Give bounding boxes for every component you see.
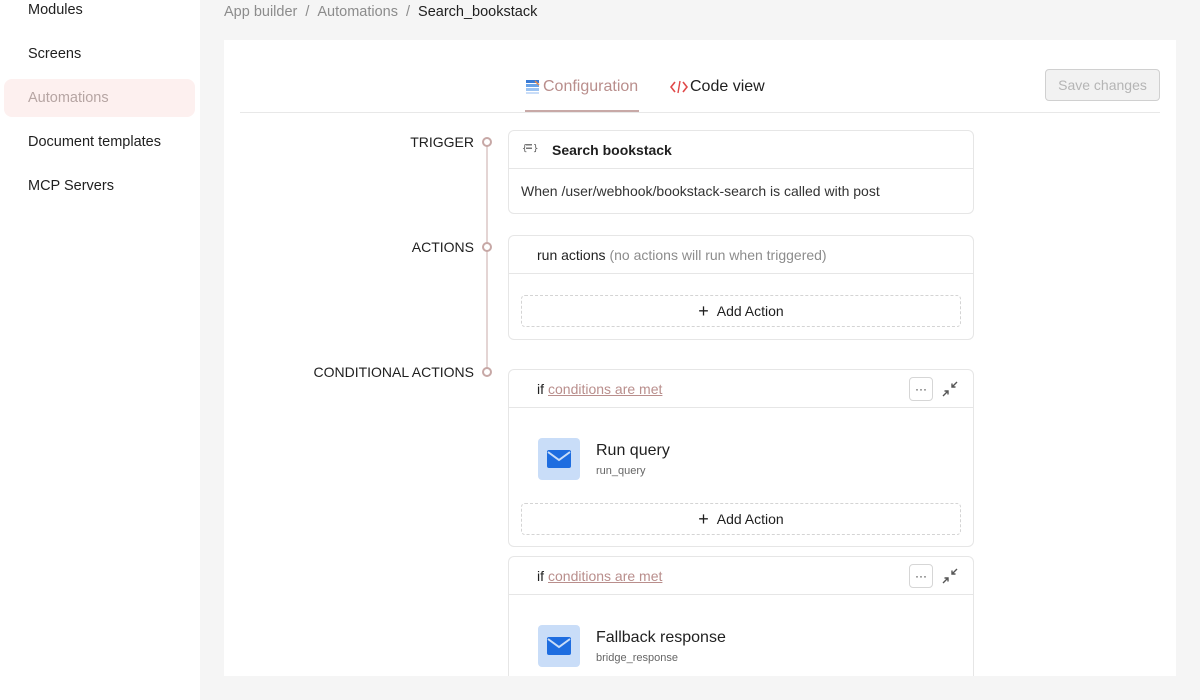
conditional-card: if conditions are met ··· Fallback respo… (508, 556, 974, 676)
mail-icon (538, 625, 580, 667)
save-changes-button[interactable]: Save changes (1045, 69, 1160, 101)
sidebar: Modules Screens Automations Document tem… (0, 0, 200, 700)
sidebar-item-label: Document templates (28, 134, 161, 150)
sidebar-item-label: Modules (28, 2, 83, 18)
sidebar-item-modules[interactable]: Modules (4, 0, 195, 29)
timeline-node-conditional (482, 367, 492, 377)
sidebar-item-automations[interactable]: Automations (4, 79, 195, 117)
sidebar-item-label: Automations (28, 90, 109, 106)
breadcrumb-app-builder[interactable]: App builder (224, 4, 297, 20)
tab-configuration[interactable]: Configuration (525, 75, 638, 99)
collapse-icon[interactable] (939, 378, 961, 400)
conditional-card: if conditions are met ··· Run query run_… (508, 369, 974, 547)
conditional-card-header: if conditions are met ··· (509, 557, 973, 595)
sidebar-item-document-templates[interactable]: Document templates (4, 123, 195, 161)
tab-bar: Configuration Code view Save changes (224, 40, 1176, 113)
plus-icon: + (698, 301, 709, 321)
conditional-card-header: if conditions are met ··· (509, 370, 973, 408)
add-action-label: Add Action (716, 511, 784, 527)
trigger-card[interactable]: { } Search bookstack When /user/webhook/… (508, 130, 974, 214)
run-actions-label: run actions (537, 246, 606, 263)
add-action-button[interactable]: + Add Action (521, 503, 961, 535)
sidebar-item-label: Screens (28, 46, 82, 62)
collapse-icon[interactable] (939, 565, 961, 587)
tab-code-view[interactable]: Code view (670, 75, 765, 99)
timeline-line (486, 142, 488, 372)
add-action-button[interactable]: + Add Action (521, 295, 961, 327)
timeline-node-actions (482, 242, 492, 252)
trigger-description: When /user/webhook/bookstack-search is c… (521, 183, 880, 199)
section-label-actions: ACTIONS (411, 239, 474, 255)
if-label: if (537, 380, 544, 397)
code-icon (670, 79, 688, 95)
breadcrumb-automations[interactable]: Automations (317, 4, 398, 20)
mail-icon (538, 438, 580, 480)
breadcrumb-current: Search_bookstack (418, 4, 538, 20)
more-options-button[interactable]: ··· (909, 377, 933, 401)
webhook-icon: { } (522, 141, 538, 158)
tab-code-view-label: Code view (690, 78, 765, 95)
step-title: Run query (596, 441, 670, 459)
section-label-trigger: TRIGGER (410, 134, 474, 150)
step-title: Fallback response (596, 628, 726, 646)
sidebar-item-label: MCP Servers (28, 178, 114, 194)
add-action-label: Add Action (716, 303, 784, 319)
sidebar-item-mcp-servers[interactable]: MCP Servers (4, 167, 195, 205)
svg-text:}: } (533, 144, 538, 154)
more-options-button[interactable]: ··· (909, 564, 933, 588)
sidebar-item-screens[interactable]: Screens (4, 35, 195, 73)
timeline-node-trigger (482, 137, 492, 147)
step-fallback-response[interactable]: Fallback response bridge_response (538, 625, 726, 667)
step-subtitle: bridge_response (596, 651, 678, 664)
actions-card: run actions (no actions will run when tr… (508, 235, 974, 340)
step-subtitle: run_query (596, 464, 646, 477)
tab-configuration-label: Configuration (543, 78, 639, 95)
conditions-link[interactable]: conditions are met (548, 381, 662, 397)
no-actions-note: (no actions will run when triggered) (609, 246, 827, 263)
divider (240, 112, 1160, 113)
main-panel: Configuration Code view Save changes TRI… (224, 40, 1176, 676)
step-run-query[interactable]: Run query run_query (538, 438, 670, 480)
plus-icon: + (698, 509, 709, 529)
section-label-conditional-actions: CONDITIONAL ACTIONS (313, 364, 474, 380)
if-label: if (537, 567, 544, 584)
breadcrumb: App builder / Automations / Search_books… (224, 4, 537, 20)
trigger-card-header: { } Search bookstack (509, 131, 973, 169)
actions-card-header: run actions (no actions will run when tr… (509, 236, 973, 274)
configuration-icon (525, 79, 541, 95)
conditions-link[interactable]: conditions are met (548, 568, 662, 584)
breadcrumb-separator: / (305, 4, 310, 20)
trigger-title: Search bookstack (552, 141, 672, 158)
breadcrumb-separator: / (406, 4, 411, 20)
